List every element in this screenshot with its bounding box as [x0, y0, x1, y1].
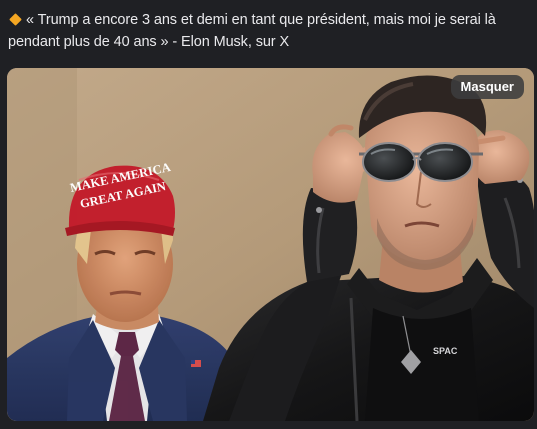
shirt-logo-text: SPAC: [433, 346, 458, 356]
post-card: « Trump a encore 3 ans et demi en tant q…: [0, 0, 537, 429]
post-bottom-spacer: [0, 421, 537, 429]
post-image[interactable]: MAKE AMERICA GREAT AGAIN SPAC Masquer: [7, 68, 534, 421]
orange-diamond-icon: [9, 13, 22, 27]
post-text-block: « Trump a encore 3 ans et demi en tant q…: [8, 9, 528, 53]
photo-trump-musk: MAKE AMERICA GREAT AGAIN SPAC: [7, 68, 534, 421]
hide-media-button[interactable]: Masquer: [450, 75, 524, 99]
post-caption: « Trump a encore 3 ans et demi en tant q…: [8, 12, 496, 50]
